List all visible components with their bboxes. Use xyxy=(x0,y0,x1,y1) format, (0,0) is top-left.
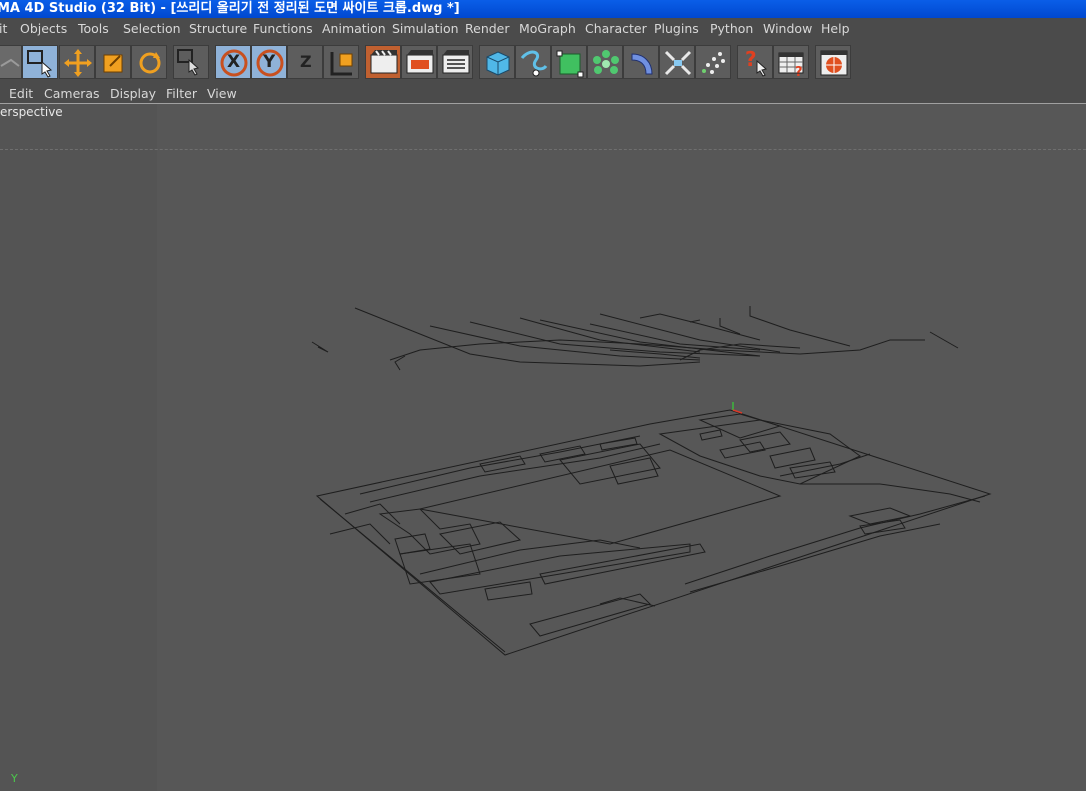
render-settings-button[interactable] xyxy=(437,45,473,79)
array-button[interactable] xyxy=(587,45,623,79)
x-axis-label: X xyxy=(227,52,241,72)
table-icon: ? xyxy=(778,52,804,80)
viewport-menu-filter[interactable]: Filter xyxy=(166,86,197,101)
window-title: MA 4D Studio (32 Bit) - [쓰리디 올리기 전 정리된 도… xyxy=(0,1,460,16)
rotate-icon xyxy=(139,52,161,74)
viewport-menu-edit[interactable]: Edit xyxy=(9,86,33,101)
viewport-menu-view[interactable]: View xyxy=(207,86,237,101)
coordinate-system-icon xyxy=(330,52,353,76)
menu-structure[interactable]: Structure xyxy=(189,21,247,36)
menu-character[interactable]: Character xyxy=(585,21,647,36)
deformer-button[interactable] xyxy=(623,45,659,79)
wireframe-site-plan xyxy=(311,306,992,656)
spline-icon xyxy=(520,50,548,77)
menu-objects[interactable]: Objects xyxy=(20,21,67,36)
z-axis-label: Z xyxy=(300,52,312,71)
coordinate-system-button[interactable] xyxy=(323,45,359,79)
nurbs-button[interactable] xyxy=(551,45,587,79)
particles-button[interactable] xyxy=(695,45,731,79)
menu-window[interactable]: Window xyxy=(763,21,812,36)
render-view-icon xyxy=(370,50,398,74)
main-toolbar: X Y Z ? ? xyxy=(0,40,1086,86)
perspective-viewport[interactable]: erspective Y xyxy=(0,104,1086,791)
svg-text:?: ? xyxy=(745,47,757,71)
viewport-menu-cameras[interactable]: Cameras xyxy=(44,86,100,101)
scene-button[interactable] xyxy=(659,45,695,79)
viewport-menubar: Edit Cameras Display Filter View xyxy=(0,86,1086,104)
deformer-icon xyxy=(631,53,653,75)
menu-functions[interactable]: Functions xyxy=(253,21,313,36)
help-button[interactable]: ? xyxy=(737,45,773,79)
title-bar: MA 4D Studio (32 Bit) - [쓰리디 올리기 전 정리된 도… xyxy=(0,0,1086,18)
table-button[interactable]: ? xyxy=(773,45,809,80)
undo-button[interactable] xyxy=(0,45,22,79)
menu-python[interactable]: Python xyxy=(710,21,753,36)
menu-plugins[interactable]: Plugins xyxy=(654,21,699,36)
web-button[interactable] xyxy=(815,45,851,79)
scale-icon xyxy=(103,54,123,73)
web-icon xyxy=(820,50,848,76)
undo-icon xyxy=(0,58,20,67)
viewport-menu-display[interactable]: Display xyxy=(110,86,156,101)
array-icon xyxy=(593,50,619,74)
particles-icon xyxy=(702,52,725,74)
x-axis-button[interactable]: X xyxy=(215,45,251,79)
move-icon xyxy=(64,49,92,77)
menu-simulation[interactable]: Simulation xyxy=(392,21,459,36)
selection-tool-icon xyxy=(177,49,200,76)
cube-icon xyxy=(486,51,510,76)
menu-help[interactable]: Help xyxy=(821,21,850,36)
menu-mograph[interactable]: MoGraph xyxy=(519,21,576,36)
menu-selection[interactable]: Selection xyxy=(123,21,181,36)
svg-text:?: ? xyxy=(795,65,803,80)
spline-button[interactable] xyxy=(515,45,551,79)
scene-icon xyxy=(664,50,692,76)
menu-tools[interactable]: Tools xyxy=(78,21,109,36)
scale-button[interactable] xyxy=(95,45,131,79)
y-axis-label: Y xyxy=(263,52,276,72)
render-view-button[interactable] xyxy=(365,45,401,79)
menu-render[interactable]: Render xyxy=(465,21,510,36)
render-picture-viewer-button[interactable] xyxy=(401,45,437,79)
render-picture-viewer-icon xyxy=(406,50,434,74)
selection-tool-button[interactable] xyxy=(173,45,209,79)
z-axis-button[interactable]: Z xyxy=(287,45,323,79)
help-icon: ? xyxy=(745,47,768,77)
render-settings-icon xyxy=(442,50,470,74)
live-selection-icon xyxy=(27,50,53,78)
move-button[interactable] xyxy=(59,45,95,79)
axis-y-indicator: Y xyxy=(11,772,18,785)
nurbs-icon xyxy=(556,50,584,78)
cube-button[interactable] xyxy=(479,45,515,79)
rotate-button[interactable] xyxy=(131,45,167,79)
menu-edit-partial[interactable]: it xyxy=(0,21,7,36)
live-selection-button[interactable] xyxy=(22,45,58,79)
y-axis-button[interactable]: Y xyxy=(251,45,287,79)
menu-animation[interactable]: Animation xyxy=(322,21,386,36)
main-menubar: it Objects Tools Selection Structure Fun… xyxy=(0,18,1086,40)
